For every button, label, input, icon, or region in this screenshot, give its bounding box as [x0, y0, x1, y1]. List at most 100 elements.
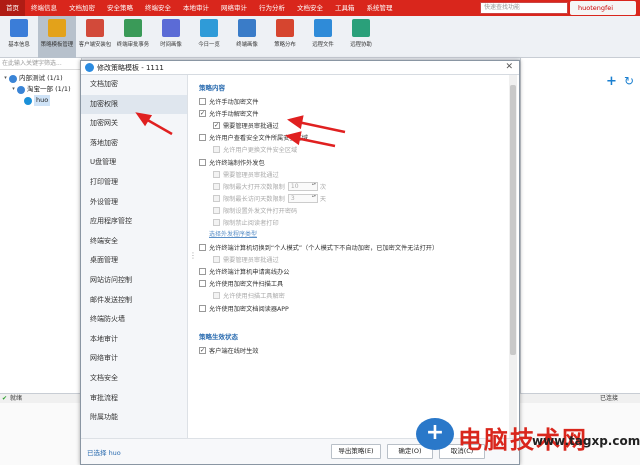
toolbar-button[interactable]: 今日一览	[190, 16, 228, 58]
device-tree-panel: 在此输入关键字筛选... ▾ 内部测试 (1/1) ▾ 淘宝一部 (1/1) h…	[0, 58, 82, 393]
checkbox[interactable]: ✓	[199, 346, 206, 354]
toolbar-button[interactable]: 远程协助	[342, 16, 380, 58]
top-menu-item[interactable]: 首页	[0, 0, 25, 16]
checkbox[interactable]: ✓	[199, 109, 206, 117]
option-row: 限制设置外发文件打开密码	[199, 205, 509, 217]
toolbar-button[interactable]: 客户端安装包	[76, 16, 114, 58]
nav-item[interactable]: 打印管理	[81, 173, 187, 193]
toolbar-button[interactable]: 终端审批事务	[114, 16, 152, 58]
nav-item[interactable]: 本地审计	[81, 330, 187, 350]
top-menu-item[interactable]: 文档加密	[63, 0, 101, 16]
option-row: 允许使用扫描工具解密	[199, 290, 509, 302]
nav-item[interactable]: 文档安全	[81, 369, 187, 389]
nav-item[interactable]: 网站访问控制	[81, 271, 187, 291]
nav-item[interactable]: 外设管理	[81, 193, 187, 213]
nav-item[interactable]: 审批流程	[81, 389, 187, 409]
number-stepper[interactable]: 3	[287, 194, 318, 204]
scrollbar-thumb[interactable]	[510, 85, 516, 355]
section-title-status: 策略生效状态	[199, 333, 238, 342]
option-label: 限制最长访问天数限制	[223, 196, 285, 204]
toolbar-button[interactable]: 策略分布	[266, 16, 304, 58]
toolbar-button[interactable]: 策略模板管理	[38, 16, 76, 58]
select-outgoing-program-link[interactable]: 选择外发程序类型	[209, 231, 257, 238]
checkbox[interactable]	[213, 255, 220, 263]
close-icon[interactable]: ✕	[505, 62, 513, 72]
top-menu-item[interactable]: 文档安全	[291, 0, 329, 16]
toolbar-button[interactable]: 远程文件	[304, 16, 342, 58]
toolbar-label: 远程文件	[312, 41, 334, 48]
top-menu-item[interactable]: 安全策略	[101, 0, 139, 16]
top-menu-item[interactable]: 系统管理	[361, 0, 399, 16]
checkbox[interactable]	[213, 207, 220, 215]
link-row: 选择外发程序类型	[199, 229, 509, 241]
watermark: + 电脑技术网 www.tagxp.com	[412, 412, 640, 462]
option-row: ✓ 允许手动解密文件	[199, 107, 509, 119]
nav-item[interactable]: 落地加密	[81, 134, 187, 154]
toolbar-icon	[162, 19, 180, 37]
refresh-icon[interactable]: ↻	[624, 74, 634, 88]
nav-item[interactable]: 邮件发送控制	[81, 291, 187, 311]
tree-node-internal-test[interactable]: ▾ 内部测试 (1/1)	[0, 73, 81, 84]
export-policy-button[interactable]: 导出策略(E)	[331, 444, 381, 459]
option-label: 允许手动加密文件	[209, 98, 259, 106]
collapse-icon[interactable]: ▾	[10, 84, 17, 95]
checkbox[interactable]	[199, 304, 206, 312]
checkbox[interactable]	[213, 219, 220, 227]
toolbar-button[interactable]: 时间画像	[152, 16, 190, 58]
search-input[interactable]: 快速查找功能	[480, 2, 568, 14]
checkbox[interactable]	[199, 134, 206, 142]
unit-label: 次	[319, 183, 327, 191]
top-menu-item[interactable]: 网络审计	[215, 0, 253, 16]
nav-item[interactable]: 终端安全	[81, 232, 187, 252]
option-label: 允许用户更换文件安全区域	[223, 147, 298, 155]
checkbox[interactable]	[199, 97, 206, 105]
tree-node-taobao-dept[interactable]: ▾ 淘宝一部 (1/1)	[0, 84, 81, 95]
checkbox[interactable]	[213, 292, 220, 300]
top-menu-item[interactable]: 终端信息	[25, 0, 63, 16]
nav-item[interactable]: 应用程序管控	[81, 212, 187, 232]
toolbar-icon	[352, 19, 370, 37]
top-menu-item[interactable]: 工具箱	[329, 0, 361, 16]
checkbox[interactable]	[199, 280, 206, 288]
nav-item[interactable]: 文档加密	[81, 75, 187, 95]
top-menu-item[interactable]: 终端安全	[139, 0, 177, 16]
options-group-3: ✓ 客户端在线时生效	[199, 344, 509, 356]
checkbox[interactable]	[199, 158, 206, 166]
checkbox[interactable]	[213, 182, 220, 190]
policy-content: 策略内容 允许手动加密文件 ✓ 允许手动解密文件 ✓ 需要管理员审批通过 允许用户查看安全…	[199, 75, 509, 438]
checkbox[interactable]: ✓	[213, 121, 220, 129]
right-panel	[520, 58, 640, 393]
checkbox[interactable]	[213, 146, 220, 154]
collapse-icon[interactable]: ▾	[2, 73, 9, 84]
nav-item[interactable]: 终端防火墙	[81, 310, 187, 330]
tree-node-huo[interactable]: huo	[0, 95, 81, 106]
checkbox[interactable]	[213, 195, 220, 203]
nav-item[interactable]: 网络审计	[81, 349, 187, 369]
checkbox[interactable]	[213, 170, 220, 178]
option-row: 允许终端计算机申请离线办公	[199, 265, 509, 277]
computer-online-icon	[24, 96, 32, 105]
nav-item[interactable]: U盘管理	[81, 153, 187, 173]
toolbar-button[interactable]: 终端画像	[228, 16, 266, 58]
top-menu-item[interactable]: 行为分析	[253, 0, 291, 16]
option-row: 允许终端制作外发包	[199, 156, 509, 168]
checkbox[interactable]	[199, 243, 206, 251]
nav-item[interactable]: 加密网关	[81, 114, 187, 134]
dialog-title-bar: 修改策略模板 - 1111 ✕	[81, 61, 519, 75]
tree-filter-input[interactable]: 在此输入关键字筛选...	[0, 58, 81, 70]
nav-item[interactable]: 桌面管理	[81, 251, 187, 271]
splitter-handle[interactable]: ⋮	[189, 251, 197, 260]
top-menu-item[interactable]: 本地审计	[177, 0, 215, 16]
nav-item[interactable]: 附属功能	[81, 408, 187, 428]
group-icon	[9, 74, 17, 83]
nav-item[interactable]: 加密权限	[81, 94, 187, 115]
toolbar-button[interactable]: 基本信息	[0, 16, 38, 58]
toolbar-label: 今日一览	[198, 41, 220, 48]
option-row: 需要管理员审批通过	[199, 168, 509, 180]
content-scrollbar[interactable]	[509, 75, 517, 438]
number-stepper[interactable]: 10	[287, 181, 318, 191]
user-button[interactable]: huotengfei	[570, 1, 636, 15]
add-icon[interactable]: +	[606, 74, 617, 89]
checkbox[interactable]	[199, 268, 206, 276]
toolbar-icon	[48, 19, 66, 37]
